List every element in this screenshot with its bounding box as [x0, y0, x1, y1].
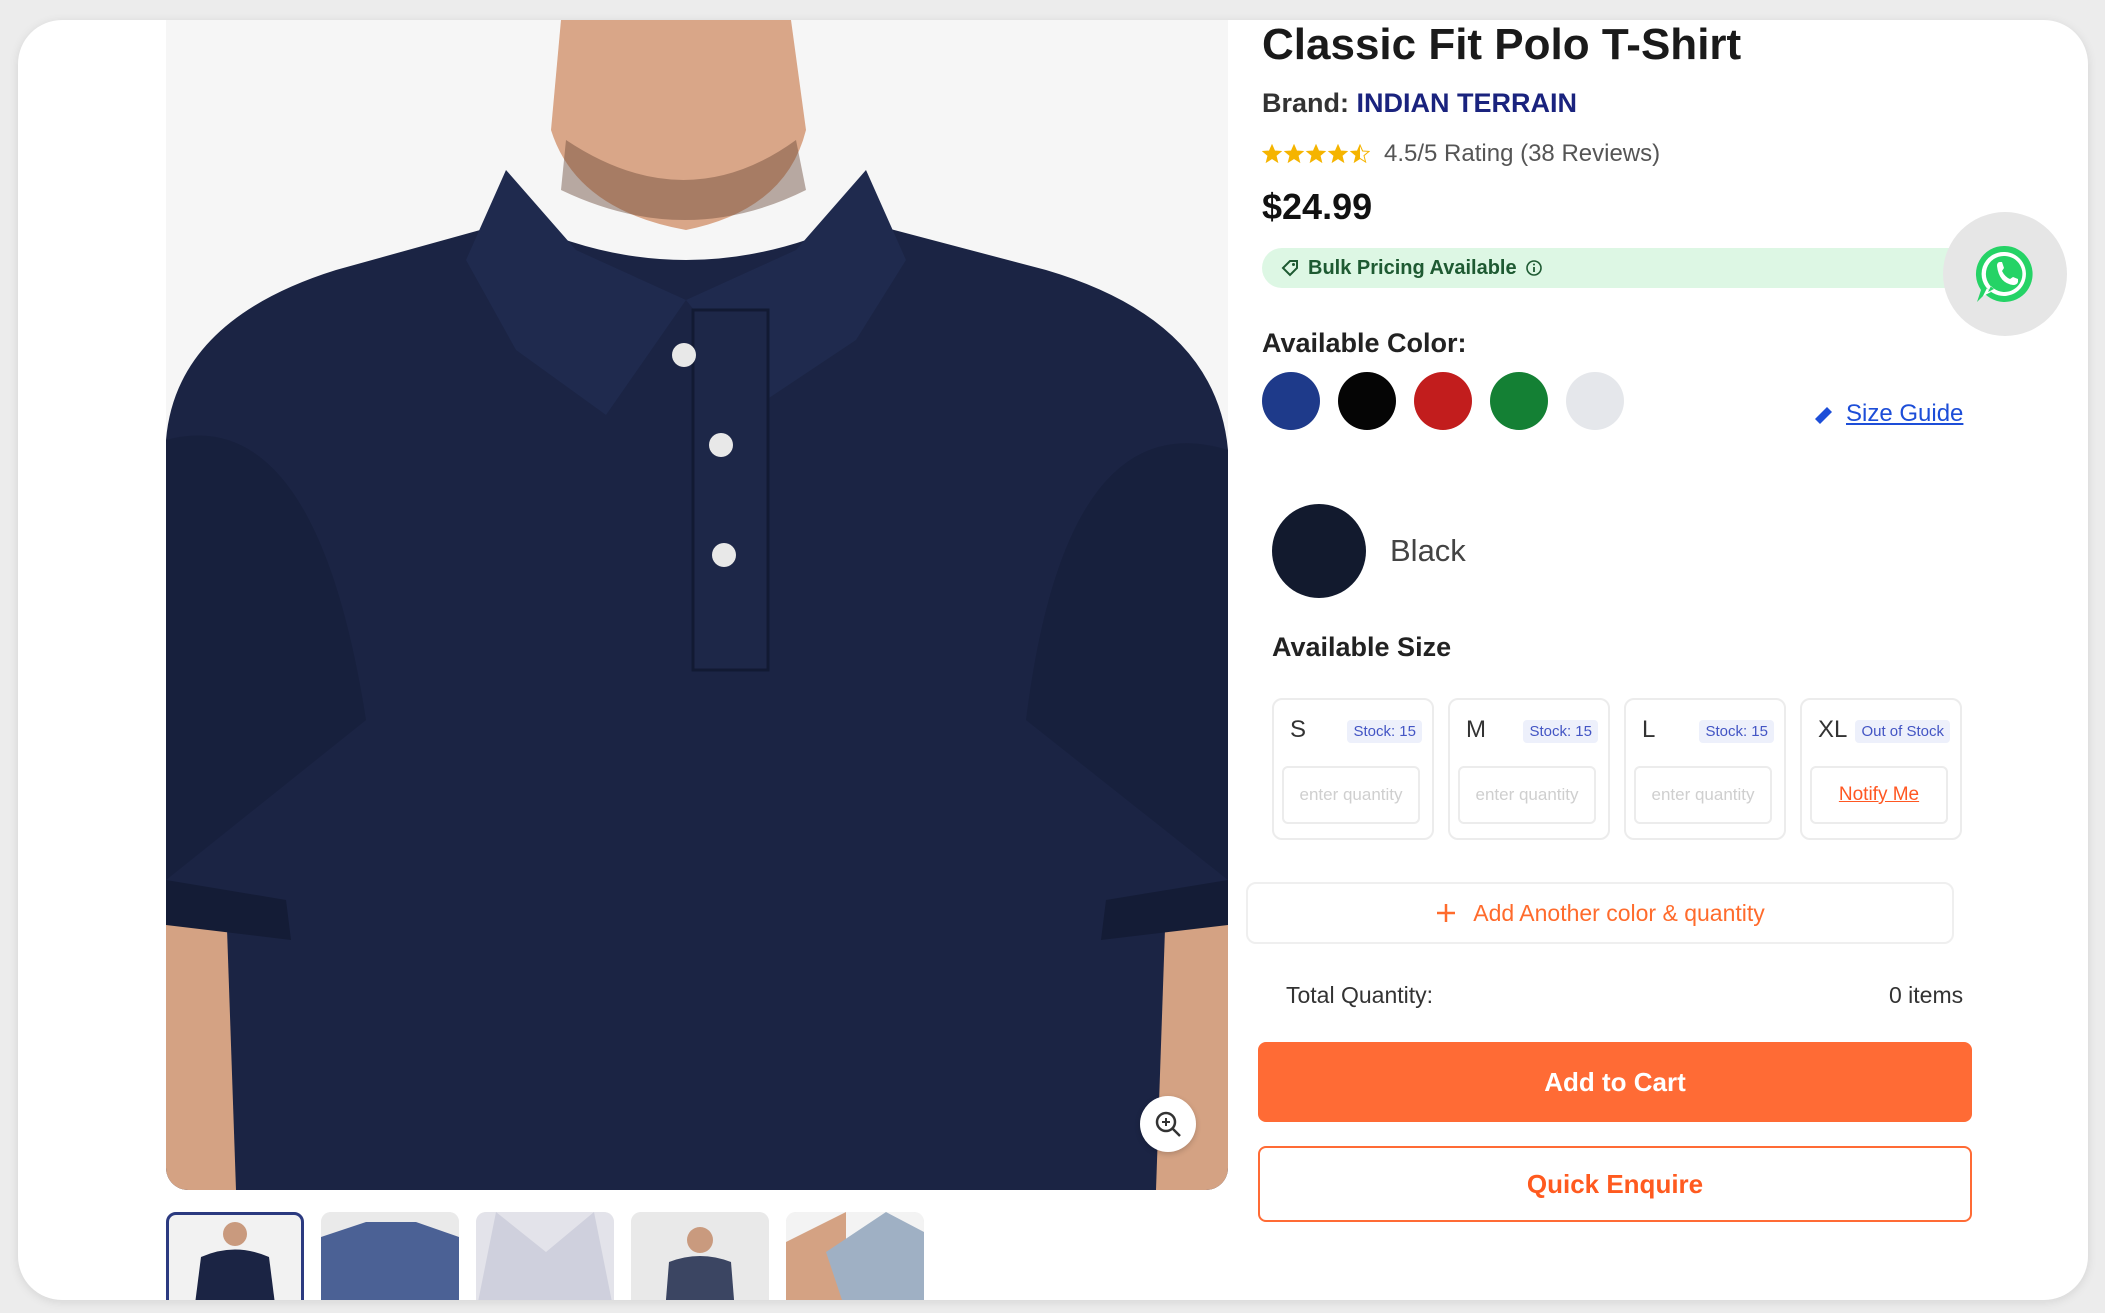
product-price: $24.99	[1262, 186, 1373, 227]
whatsapp-button[interactable]	[1943, 212, 2067, 336]
size-card-l: L Stock: 15	[1624, 698, 1786, 840]
quantity-field-s[interactable]	[1282, 766, 1420, 824]
selected-color: Black	[1272, 504, 1466, 598]
thumbnail-2[interactable]	[321, 1212, 459, 1300]
product-card: Classic Fit Polo T-Shirt Brand: INDIAN T…	[18, 20, 2088, 1300]
size-label: M	[1466, 716, 1486, 743]
brand-name[interactable]: INDIAN TERRAIN	[1357, 88, 1578, 118]
color-swatches	[1262, 372, 1624, 430]
thumbnail-5[interactable]	[786, 1212, 924, 1300]
stock-badge: Stock: 15	[1699, 720, 1774, 743]
info-icon[interactable]	[1525, 259, 1543, 277]
rating-stars	[1262, 144, 1370, 164]
thumbnail-3[interactable]	[476, 1212, 614, 1300]
rating-text: 4.5/5 Rating (38 Reviews)	[1384, 140, 1661, 167]
stock-badge: Stock: 15	[1347, 720, 1422, 743]
quick-enquire-button[interactable]: Quick Enquire	[1258, 1146, 1972, 1222]
size-card-m: M Stock: 15	[1448, 698, 1610, 840]
quantity-input-m[interactable]	[1460, 784, 1594, 806]
bulk-pricing-badge[interactable]: Bulk Pricing Available	[1262, 248, 1982, 288]
quantity-field-l[interactable]	[1634, 766, 1772, 824]
out-of-stock-badge: Out of Stock	[1855, 720, 1950, 743]
size-guide-link[interactable]: Size Guide	[1812, 400, 1963, 428]
quantity-input-l[interactable]	[1636, 784, 1770, 806]
size-grid: S Stock: 15 M Stock: 15 L Stock: 15	[1272, 698, 1962, 840]
bulk-pricing-label: Bulk Pricing Available	[1308, 256, 1517, 279]
stock-badge: Stock: 15	[1523, 720, 1598, 743]
ruler-icon	[1815, 407, 1832, 424]
polo-shirt-photo	[166, 20, 1228, 1190]
add-another-label: Add Another color & quantity	[1473, 899, 1765, 926]
size-label: S	[1290, 716, 1307, 743]
color-swatch-blue[interactable]	[1262, 372, 1320, 430]
plus-icon	[1437, 904, 1456, 922]
notify-field-xl: Notify Me	[1810, 766, 1948, 824]
selected-color-dot	[1272, 504, 1366, 598]
star-icon	[1350, 144, 1370, 164]
quantity-field-m[interactable]	[1458, 766, 1596, 824]
thumbnail-4[interactable]	[631, 1212, 769, 1300]
thumbnail-strip	[166, 1212, 924, 1300]
quantity-input-s[interactable]	[1284, 784, 1418, 806]
size-label: L	[1642, 716, 1656, 743]
color-swatch-red[interactable]	[1414, 372, 1472, 430]
rating-row: 4.5/5 Rating (38 Reviews)	[1262, 140, 1660, 168]
size-guide-label: Size Guide	[1846, 400, 1964, 427]
color-swatch-black[interactable]	[1338, 372, 1396, 430]
size-label: XL	[1818, 716, 1848, 743]
zoom-button[interactable]	[1140, 1096, 1196, 1152]
main-product-image[interactable]	[166, 20, 1228, 1190]
brand-label: Brand:	[1262, 88, 1349, 118]
star-icon	[1328, 144, 1348, 164]
selected-color-name: Black	[1390, 533, 1466, 568]
star-icon	[1284, 144, 1304, 164]
tag-icon	[1281, 260, 1298, 277]
total-quantity-label: Total Quantity:	[1286, 982, 1434, 1008]
size-card-s: S Stock: 15	[1272, 698, 1434, 840]
color-swatch-white[interactable]	[1566, 372, 1624, 430]
star-icon	[1262, 144, 1282, 164]
size-card-xl: XL Out of Stock Notify Me	[1800, 698, 1962, 840]
brand-line: Brand: INDIAN TERRAIN	[1262, 88, 1577, 119]
total-quantity-value: 0 items	[1889, 982, 1964, 1008]
whatsapp-icon	[1975, 245, 2033, 302]
add-to-cart-button[interactable]: Add to Cart	[1258, 1042, 1972, 1122]
zoom-icon	[1155, 1111, 1181, 1137]
size-heading: Available Size	[1272, 632, 1452, 662]
thumbnail-1[interactable]	[166, 1212, 304, 1300]
add-another-color-button[interactable]: Add Another color & quantity	[1246, 882, 1954, 944]
product-title: Classic Fit Polo T-Shirt	[1262, 20, 1742, 69]
notify-me-link[interactable]: Notify Me	[1839, 784, 1919, 806]
star-icon	[1306, 144, 1326, 164]
color-heading: Available Color:	[1262, 328, 1467, 358]
color-swatch-green[interactable]	[1490, 372, 1548, 430]
